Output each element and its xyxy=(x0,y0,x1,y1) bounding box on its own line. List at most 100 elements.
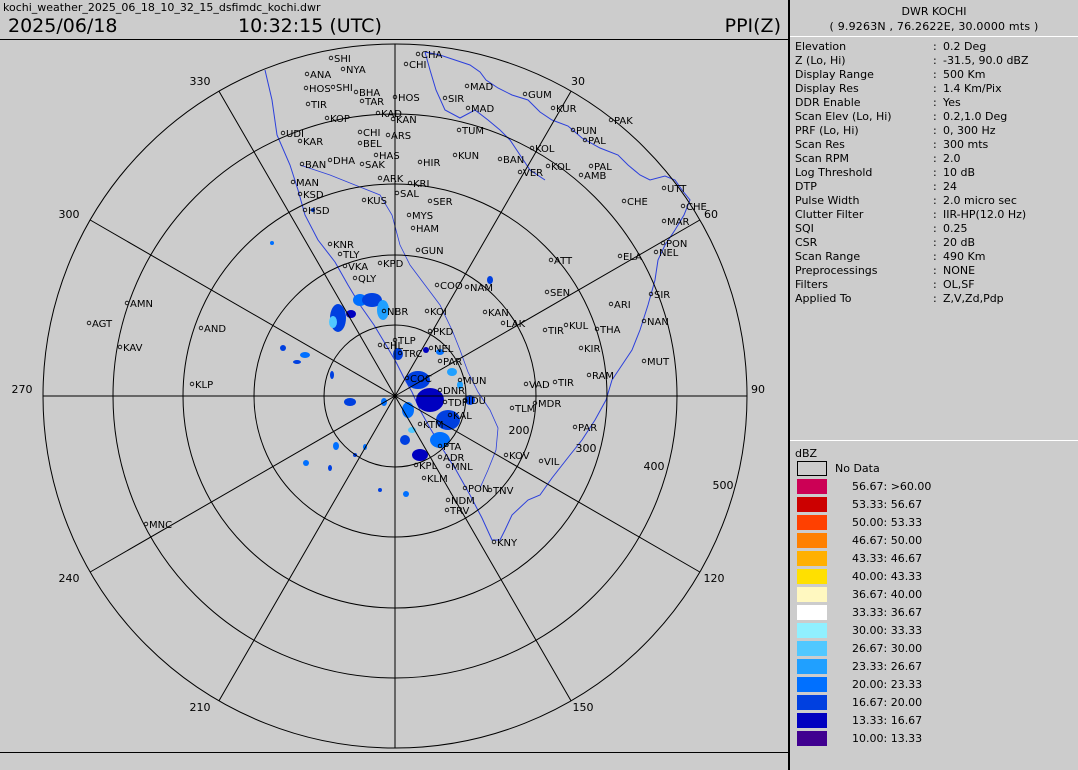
city-label: SIR xyxy=(448,94,464,105)
param-row: DTP:24 xyxy=(795,180,1075,194)
city-marker xyxy=(523,381,529,387)
azimuth-label: 150 xyxy=(573,701,594,714)
city-label: DNR xyxy=(443,386,465,397)
city-label: KOL xyxy=(551,162,571,173)
city-label: HOS xyxy=(309,84,331,95)
legend-label: 16.67: 20.00 xyxy=(852,696,923,709)
city-label: PON xyxy=(468,484,489,495)
city-marker xyxy=(437,454,443,460)
city-label: SAK xyxy=(365,160,385,171)
city-label: TDP xyxy=(447,398,468,409)
city-label: GUM xyxy=(528,90,552,101)
param-value: 500 Km xyxy=(943,68,986,81)
param-key: Scan Elev (Lo, Hi) xyxy=(795,110,892,123)
azimuth-spoke xyxy=(89,395,396,573)
legend-nodata-row: No Data xyxy=(797,461,1067,479)
param-value: Yes xyxy=(943,96,961,109)
city-marker xyxy=(357,129,363,135)
city-label: RAM xyxy=(592,371,614,382)
legend-row: 36.67: 40.00 xyxy=(797,587,1067,605)
azimuth-label: 60 xyxy=(704,208,718,221)
echo-cell xyxy=(400,435,410,445)
azimuth-label: 90 xyxy=(751,383,765,396)
city-label: VKA xyxy=(348,262,368,273)
param-row: Z (Lo, Hi): -31.5, 90.0 dBZ xyxy=(795,54,1075,68)
city-label: LAK xyxy=(506,319,526,330)
city-label: KIR xyxy=(584,344,601,355)
radar-display-panel: SHI NYA ANA HOS SHI BHA TIR TAR HOS KAD KAN KOP UDI C… xyxy=(0,0,789,770)
legend-row: 43.33: 46.67 xyxy=(797,551,1067,569)
city-label: SER xyxy=(433,197,453,208)
param-row: Log Threshold:10 dB xyxy=(795,166,1075,180)
city-label: KAL xyxy=(453,411,472,422)
legend-row: 56.67: >60.00 xyxy=(797,479,1067,497)
azimuth-label: 330 xyxy=(190,75,211,88)
param-value: 2.0 micro sec xyxy=(943,194,1017,207)
param-colon: : xyxy=(933,250,937,263)
station-title: DWR KOCHI xyxy=(901,5,967,18)
city-label: MDR xyxy=(538,399,561,410)
legend-swatch xyxy=(797,569,827,584)
city-label: HSD xyxy=(308,206,330,217)
echo-cell xyxy=(328,465,332,471)
city-marker xyxy=(424,308,430,314)
legend-label: 33.33: 36.67 xyxy=(852,606,923,619)
city-label: KPL xyxy=(419,461,438,472)
city-marker xyxy=(415,247,421,253)
city-marker xyxy=(464,284,470,290)
param-row: CSR:20 dB xyxy=(795,236,1075,250)
city-marker xyxy=(572,424,578,430)
city-label: PTA xyxy=(443,442,461,453)
city-label: MAR xyxy=(667,217,689,228)
param-colon: : xyxy=(933,138,937,151)
param-key: DDR Enable xyxy=(795,96,861,109)
legend-label: 46.67: 50.00 xyxy=(852,534,923,547)
city-marker xyxy=(305,101,311,107)
param-value: 20 dB xyxy=(943,236,976,249)
city-marker xyxy=(452,152,458,158)
city-label: MUT xyxy=(647,357,670,368)
city-label: TRC xyxy=(402,349,423,360)
city-label: BEL xyxy=(363,139,382,150)
param-colon: : xyxy=(933,68,937,81)
city-marker xyxy=(143,521,149,527)
city-label: TIR xyxy=(547,326,564,337)
city-marker xyxy=(337,251,343,257)
city-marker xyxy=(497,156,503,162)
city-marker xyxy=(545,163,551,169)
city-marker xyxy=(359,161,365,167)
city-marker xyxy=(586,372,592,378)
city-label: KNY xyxy=(497,538,518,549)
city-label: TRV xyxy=(449,506,470,517)
range-label: 400 xyxy=(644,460,665,473)
azimuth-label: 30 xyxy=(571,75,585,88)
legend-swatch xyxy=(797,695,827,710)
legend-label: 53.33: 56.67 xyxy=(852,498,923,511)
city-label: ARS xyxy=(391,131,411,142)
city-label: MAD xyxy=(471,104,494,115)
city-label: CHL xyxy=(383,341,404,352)
echo-cell xyxy=(378,488,382,492)
param-value: 300 mts xyxy=(943,138,989,151)
param-value: NONE xyxy=(943,264,976,277)
param-value: 10 dB xyxy=(943,166,976,179)
city-label: CHI xyxy=(409,60,426,71)
legend-row: 30.00: 33.33 xyxy=(797,623,1067,641)
city-marker xyxy=(377,175,383,181)
param-colon: : xyxy=(933,278,937,291)
city-label: HOS xyxy=(398,93,420,104)
param-key: Display Res xyxy=(795,82,859,95)
legend-label: 30.00: 33.33 xyxy=(852,624,923,637)
city-marker xyxy=(552,379,558,385)
legend-swatch xyxy=(797,623,827,638)
param-value: 0, 300 Hz xyxy=(943,124,996,137)
city-label: TIR xyxy=(557,378,574,389)
param-value: 0.25 xyxy=(943,222,968,235)
city-label: KOP xyxy=(330,114,350,125)
city-marker xyxy=(86,320,92,326)
city-marker xyxy=(500,320,506,326)
scan-date: 2025/06/18 xyxy=(8,15,118,37)
echo-cell xyxy=(344,398,356,406)
coastline-path xyxy=(424,51,546,181)
azimuth-label: 240 xyxy=(59,572,80,585)
